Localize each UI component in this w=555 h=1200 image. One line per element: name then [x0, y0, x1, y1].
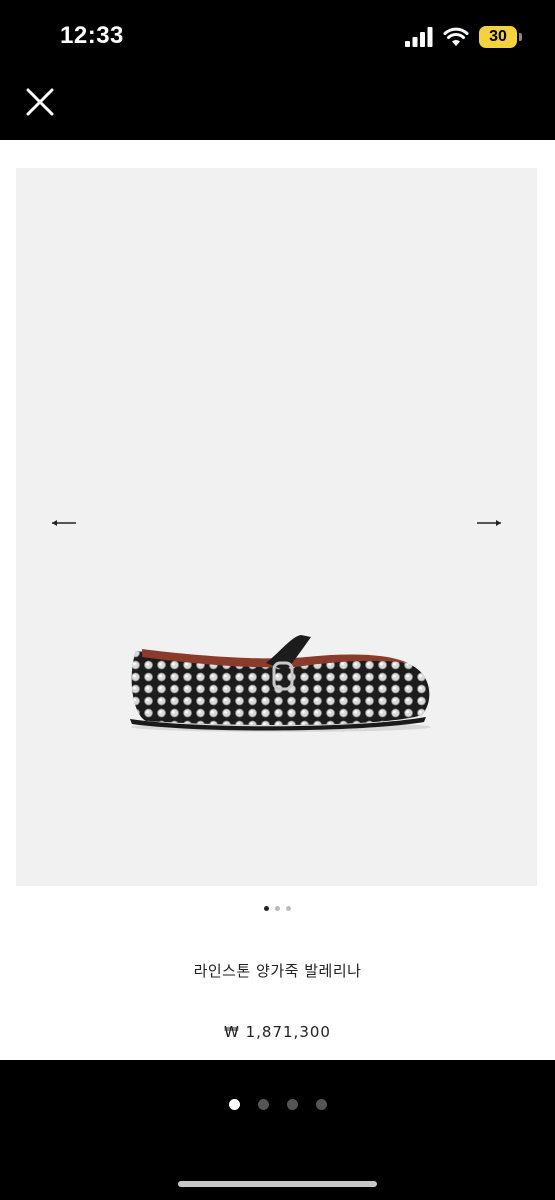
home-indicator[interactable]	[178, 1181, 377, 1187]
page-dot[interactable]	[286, 1099, 298, 1110]
carousel-dot[interactable]	[275, 906, 280, 911]
wifi-icon	[443, 27, 469, 46]
product-name: 라인스톤 양가죽 발레리나	[193, 962, 362, 980]
signal-icon	[405, 27, 433, 47]
product-sheet: 라인스톤 양가죽 발레리나 ₩ 1,871,300	[0, 140, 555, 1060]
page-dot[interactable]	[228, 1099, 240, 1110]
arrow-left-icon[interactable]	[48, 513, 78, 533]
product-image	[130, 635, 431, 732]
battery-icon: 30	[479, 26, 522, 48]
page-dot[interactable]	[315, 1099, 327, 1110]
status-time: 12:33	[60, 22, 124, 49]
close-icon[interactable]	[22, 84, 58, 120]
status-bar: 12:33 30	[0, 0, 555, 72]
status-icons: 30	[405, 24, 522, 50]
product-image-area[interactable]	[16, 168, 537, 886]
carousel-dot[interactable]	[264, 906, 269, 911]
image-carousel-dots	[0, 906, 555, 911]
carousel-dot[interactable]	[286, 906, 291, 911]
product-price: ₩ 1,871,300	[224, 1023, 331, 1041]
page-indicator	[0, 1099, 555, 1110]
page-dot[interactable]	[257, 1099, 269, 1110]
arrow-right-icon[interactable]	[475, 513, 505, 533]
top-bar	[0, 72, 555, 140]
